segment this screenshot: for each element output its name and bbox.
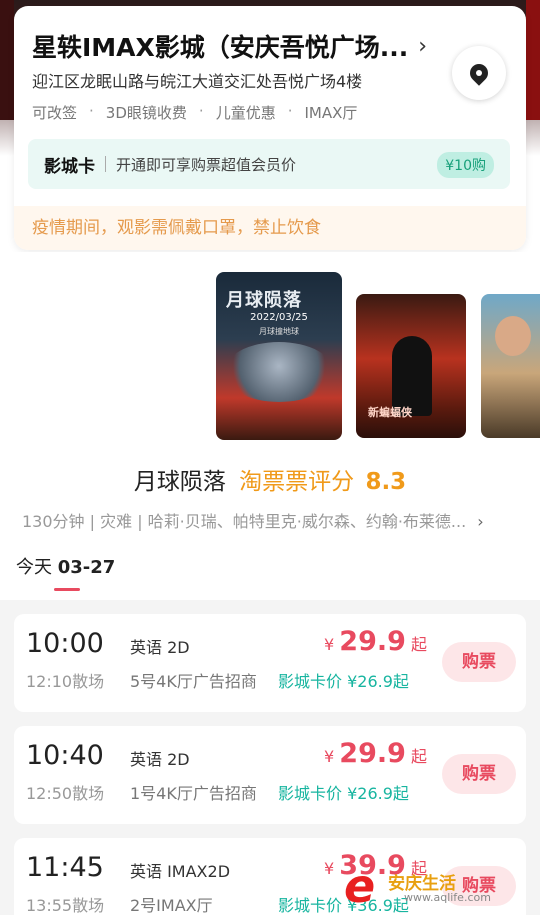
end-time: 12:50散场: [26, 784, 105, 803]
buy-ticket-button[interactable]: 购票: [442, 642, 516, 682]
chevron-right-icon: ›: [477, 512, 484, 531]
watermark-url: www.aqlife.com: [404, 891, 491, 904]
member-price-label: 影城卡价: [278, 784, 343, 803]
currency-symbol: ¥: [324, 747, 335, 766]
header-edge-left: [0, 0, 14, 120]
member-price-label: 影城卡价: [278, 896, 343, 915]
tab-active-indicator: [54, 588, 80, 591]
cinema-name: 星轶IMAX影城（安庆吾悦广场...: [32, 33, 409, 62]
cinema-features: 可改签 · 3D眼镜收费 · 儿童优惠 · IMAX厅: [32, 102, 369, 123]
tab-date-today[interactable]: 今天 03-27: [16, 553, 115, 579]
start-time: 10:40: [26, 740, 104, 771]
poster-artwork: [224, 342, 334, 402]
movie-selector: 月球陨落 2022/03/25 月球撞地球 新蝙蝠侠 月球陨落 淘票票评分 8.…: [0, 252, 540, 600]
member-price: 影城卡价 ¥26.9起: [278, 780, 409, 804]
poster-subtitle: 月球撞地球: [259, 327, 299, 336]
feature-tag: 儿童优惠: [215, 104, 276, 122]
member-card-buy-button[interactable]: ¥10购: [437, 152, 494, 178]
watermark-logo-icon: e: [344, 859, 376, 913]
cinema-name-row[interactable]: 星轶IMAX影城（安庆吾悦广场... ›: [32, 28, 427, 64]
feature-separator: ·: [198, 102, 204, 120]
movie-score: 8.3: [365, 469, 407, 495]
tab-date: 03-27: [57, 557, 116, 578]
map-button[interactable]: [452, 46, 506, 100]
start-time: 11:45: [26, 852, 104, 883]
feature-tag: 可改签: [32, 104, 78, 122]
poster-title: 新蝙蝠侠: [368, 406, 412, 419]
poster-artwork: [495, 316, 531, 356]
showtime-row[interactable]: 10:40 12:50散场 英语 2D 1号4K厅广告招商 ¥ 29.9 起 影…: [14, 726, 526, 824]
language-format: 英语 2D: [130, 638, 190, 657]
price-suffix: 起: [411, 747, 428, 766]
language-format: 英语 IMAX2D: [130, 862, 231, 881]
ticket-price: ¥ 29.9 起: [324, 626, 427, 657]
member-price-value: ¥26.9起: [347, 784, 409, 803]
poster-uncharted[interactable]: [481, 294, 540, 438]
movie-info[interactable]: 130分钟 | 灾难 | 哈莉·贝瑞、帕特里克·威尔森、约翰·布莱德... ›: [22, 508, 484, 532]
feature-separator: ·: [89, 102, 94, 120]
currency-symbol: ¥: [324, 635, 335, 654]
hall-name: 2号IMAX厅: [130, 896, 213, 915]
poster-date: 2022/03/25: [250, 312, 308, 323]
header-edge-right: [526, 0, 540, 120]
price-suffix: 起: [411, 635, 428, 654]
price-value: 29.9: [339, 738, 406, 769]
member-price-value: ¥26.9起: [347, 672, 409, 691]
end-time: 13:55散场: [26, 896, 105, 915]
cinema-address: 迎江区龙眠山路与皖江大道交汇处吾悦广场4楼: [32, 72, 363, 91]
ticket-price: ¥ 29.9 起: [324, 738, 427, 769]
divider: [105, 156, 106, 172]
hall-name: 1号4K厅广告招商: [130, 784, 257, 803]
site-watermark: e 安庆生活 www.aqlife.com: [344, 861, 534, 911]
member-card-desc: 开通即可享购票超值会员价: [116, 155, 297, 174]
movie-info-text: 130分钟 | 灾难 | 哈莉·贝瑞、帕特里克·威尔森、约翰·布莱德...: [22, 512, 467, 531]
start-time: 10:00: [26, 628, 104, 659]
currency-symbol: ¥: [324, 859, 335, 878]
feature-tag: IMAX厅: [304, 104, 358, 122]
chevron-right-icon: ›: [418, 33, 428, 59]
member-card-banner[interactable]: 影城卡 开通即可享购票超值会员价 ¥10购: [28, 139, 510, 189]
feature-separator: ·: [287, 102, 293, 120]
notice-banner: 疫情期间，观影需佩戴口罩，禁止饮食: [14, 206, 526, 250]
poster-batman[interactable]: 新蝙蝠侠: [356, 294, 466, 438]
hall-name: 5号4K厅广告招商: [130, 672, 257, 691]
poster-title: 月球陨落: [226, 290, 302, 311]
feature-tag: 3D眼镜收费: [105, 104, 187, 122]
score-label: 淘票票评分: [239, 469, 355, 495]
buy-ticket-button[interactable]: 购票: [442, 754, 516, 794]
cinema-info-card: 星轶IMAX影城（安庆吾悦广场... › 迎江区龙眠山路与皖江大道交汇处吾悦广场…: [14, 6, 526, 250]
language-format: 英语 2D: [130, 750, 190, 769]
end-time: 12:10散场: [26, 672, 105, 691]
location-pin-icon: [466, 60, 492, 86]
member-price: 影城卡价 ¥26.9起: [278, 668, 409, 692]
tab-day: 今天: [16, 557, 52, 578]
movie-title-row: 月球陨落 淘票票评分 8.3: [0, 462, 540, 496]
movie-title: 月球陨落: [133, 469, 226, 495]
showtime-row[interactable]: 10:00 12:10散场 英语 2D 5号4K厅广告招商 ¥ 29.9 起 影…: [14, 614, 526, 712]
price-value: 29.9: [339, 626, 406, 657]
member-card-title: 影城卡: [44, 156, 95, 177]
member-price-label: 影城卡价: [278, 672, 343, 691]
poster-moonfall[interactable]: 月球陨落 2022/03/25 月球撞地球: [216, 272, 342, 440]
